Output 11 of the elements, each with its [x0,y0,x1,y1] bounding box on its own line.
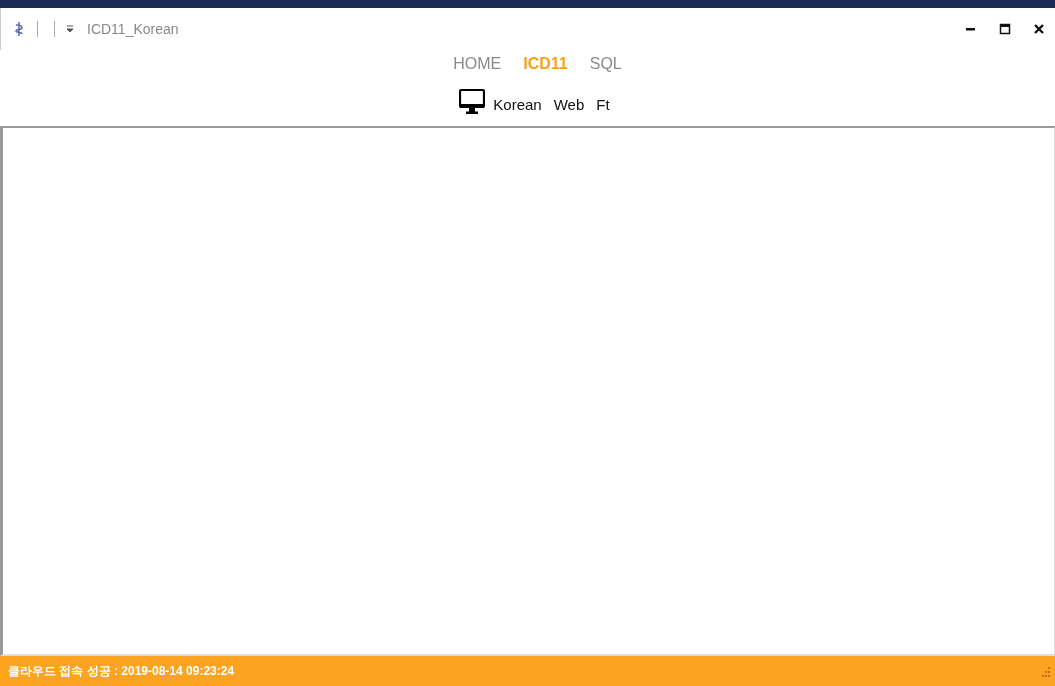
status-text: 클라우드 접속 성공 : 2019-08-14 09:23:24 [8,662,235,680]
ribbon-button[interactable]: Korean [489,93,546,115]
ribbon-tab[interactable]: SQL [581,53,630,75]
close-icon[interactable] [1033,23,1045,35]
maximize-icon[interactable] [999,23,1011,35]
quick-access-icon[interactable] [67,25,73,33]
ribbon-button[interactable]: Web [549,93,589,115]
ribbon-button[interactable]: Ft [592,93,614,115]
monitor-icon[interactable] [459,89,486,115]
app-icon [13,21,25,37]
window-title: ICD11_Korean [87,21,179,37]
